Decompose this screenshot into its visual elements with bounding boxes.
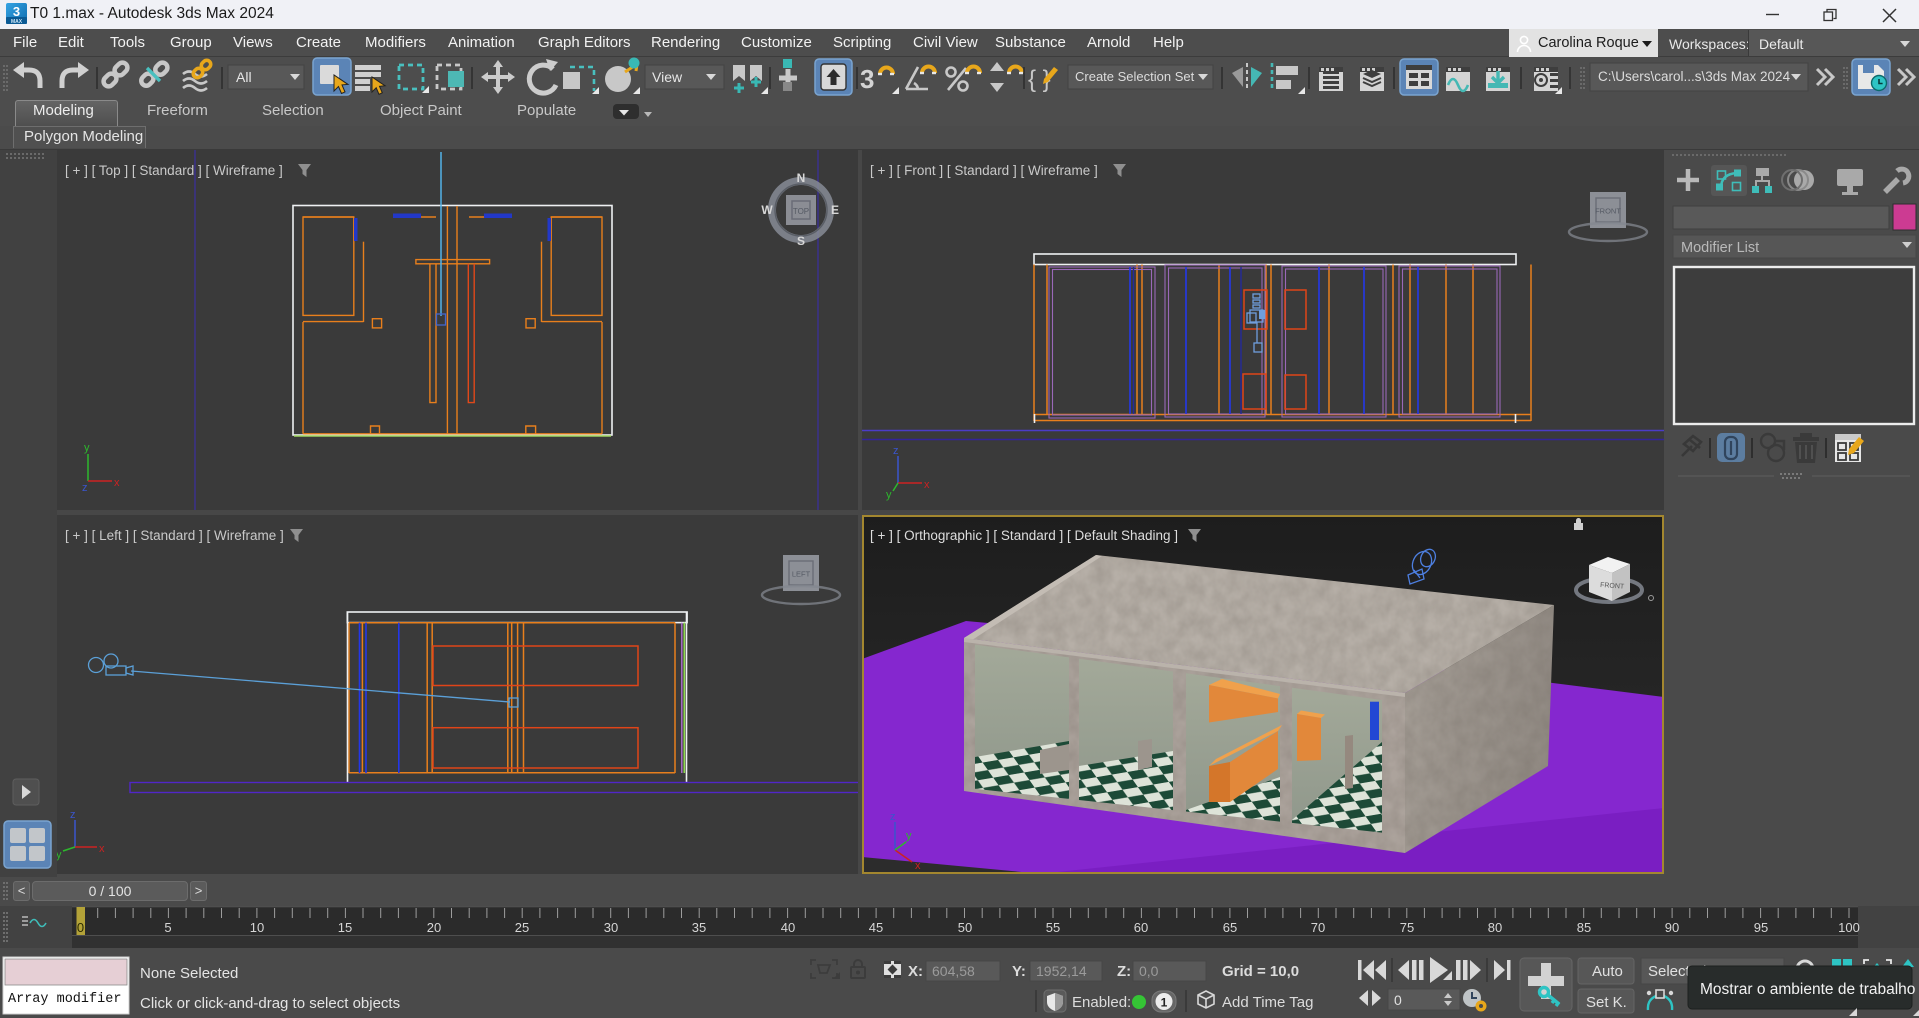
- svg-text:25: 25: [515, 920, 529, 935]
- svg-text:1: 1: [1161, 996, 1168, 1010]
- svg-text:z: z: [890, 811, 896, 823]
- svg-text:85: 85: [1577, 920, 1591, 935]
- svg-text:3: 3: [860, 64, 874, 94]
- svg-text:Mostrar o ambiente de trabalho: Mostrar o ambiente de trabalho: [1700, 981, 1915, 998]
- svg-text:0: 0: [77, 920, 84, 935]
- svg-text:75: 75: [1400, 920, 1414, 935]
- svg-text:Array modifier: Array modifier: [8, 992, 121, 1007]
- svg-text:[ + ] [ Orthographic ] [ Stand: [ + ] [ Orthographic ] [ Standard ] [ De…: [870, 528, 1178, 543]
- svg-text:Enabled:: Enabled:: [1072, 994, 1131, 1011]
- svg-text:x: x: [915, 860, 921, 872]
- svg-text:0,0: 0,0: [1139, 963, 1159, 979]
- svg-text:60: 60: [1134, 920, 1148, 935]
- svg-text:[ + ] [ Left ] [ Standard ] [: [ + ] [ Left ] [ Standard ] [ Wireframe …: [65, 528, 284, 543]
- svg-text:y: y: [906, 830, 912, 842]
- svg-text:y: y: [84, 442, 90, 454]
- svg-text:40: 40: [781, 920, 795, 935]
- svg-text:80: 80: [1488, 920, 1502, 935]
- svg-text:x: x: [99, 843, 105, 855]
- svg-text:Create Selection Set: Create Selection Set: [1075, 69, 1195, 84]
- svg-text:Auto: Auto: [1592, 963, 1623, 980]
- svg-text:10: 10: [250, 920, 264, 935]
- svg-text:Grid = 10,0: Grid = 10,0: [1222, 963, 1299, 980]
- svg-text:View: View: [652, 69, 683, 85]
- svg-text:90: 90: [1665, 920, 1679, 935]
- svg-text:TOP: TOP: [793, 207, 809, 216]
- svg-text:MAX: MAX: [11, 19, 23, 25]
- svg-text:LEFT: LEFT: [792, 570, 811, 579]
- svg-text:45: 45: [869, 920, 883, 935]
- svg-text:15: 15: [338, 920, 352, 935]
- svg-text:65: 65: [1223, 920, 1237, 935]
- svg-text:z: z: [82, 482, 88, 494]
- svg-text:N: N: [797, 171, 806, 185]
- svg-text:x: x: [924, 479, 930, 491]
- svg-text:[ + ] [ Top ] [ Standard ] [ W: [ + ] [ Top ] [ Standard ] [ Wireframe ]: [65, 163, 283, 178]
- svg-text:y: y: [886, 489, 892, 501]
- svg-text:S: S: [797, 234, 805, 248]
- svg-text:100: 100: [1838, 920, 1860, 935]
- svg-text:E: E: [831, 203, 839, 217]
- svg-text:z: z: [70, 809, 76, 821]
- svg-text:All: All: [236, 69, 252, 85]
- svg-text:None Selected: None Selected: [140, 965, 238, 982]
- svg-text:20: 20: [427, 920, 441, 935]
- svg-text:Click or click-and-drag to sel: Click or click-and-drag to select object…: [140, 995, 400, 1012]
- svg-text:Modifier List: Modifier List: [1681, 240, 1759, 256]
- svg-text:[ + ] [ Front ] [ Standard ] [: [ + ] [ Front ] [ Standard ] [ Wireframe…: [870, 163, 1098, 178]
- svg-text:Add Time Tag: Add Time Tag: [1222, 994, 1313, 1011]
- svg-text:FRONT: FRONT: [1595, 207, 1621, 216]
- svg-text:Set K.: Set K.: [1586, 994, 1627, 1011]
- svg-text:1952,14: 1952,14: [1036, 963, 1087, 979]
- svg-text:50: 50: [958, 920, 972, 935]
- svg-text:0: 0: [1394, 992, 1402, 1008]
- svg-text:30: 30: [604, 920, 618, 935]
- svg-text:70: 70: [1311, 920, 1325, 935]
- svg-text:604,58: 604,58: [932, 963, 975, 979]
- svg-text:Y:: Y:: [1012, 963, 1026, 980]
- svg-text:W: W: [761, 203, 773, 217]
- svg-text:95: 95: [1754, 920, 1768, 935]
- svg-text:5: 5: [164, 920, 171, 935]
- svg-text:C:\Users\carol...s\3ds Max 202: C:\Users\carol...s\3ds Max 2024: [1598, 69, 1791, 84]
- svg-text:3: 3: [13, 4, 20, 19]
- svg-text:55: 55: [1046, 920, 1060, 935]
- svg-text:Z:: Z:: [1117, 963, 1131, 980]
- svg-text:x: x: [114, 477, 120, 489]
- svg-text:X:: X:: [908, 963, 923, 980]
- svg-text:z: z: [893, 445, 899, 457]
- svg-text:35: 35: [692, 920, 706, 935]
